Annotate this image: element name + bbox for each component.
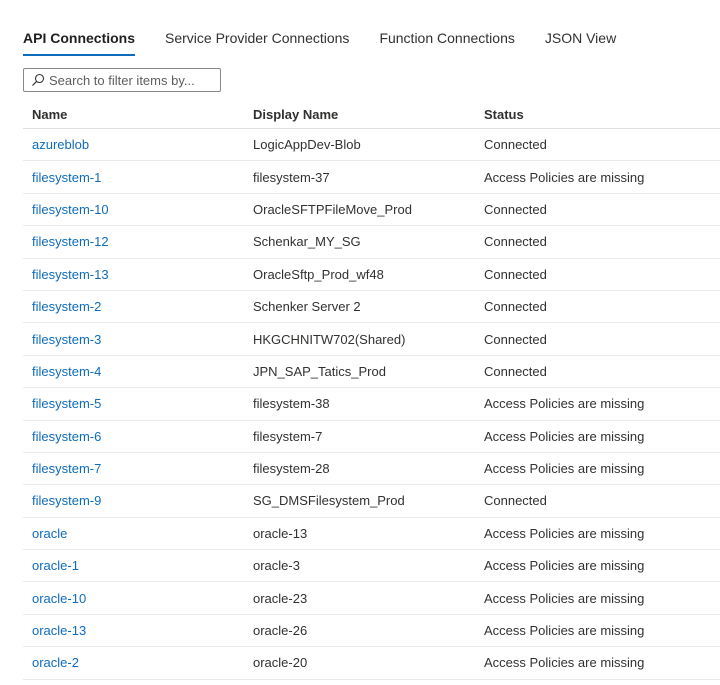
display-name-cell: Schenker Server 2 — [253, 299, 361, 315]
display-name-cell: Schenkar_MY_SG — [253, 234, 361, 250]
status-cell: Access Policies are missing — [484, 461, 645, 477]
status-cell: Connected — [484, 299, 547, 315]
display-name-cell: HKGCHNITW702(Shared) — [253, 331, 406, 347]
connection-name-link[interactable]: filesystem-2 — [23, 299, 253, 314]
table-row[interactable]: oracle oracle-13 Access Policies are missi… — [23, 518, 720, 551]
status-cell: Connected — [484, 331, 547, 347]
table-row[interactable]: oracle-13 oracle-26 Access Policies are mi… — [23, 615, 720, 648]
connection-name-link[interactable]: filesystem-5 — [23, 396, 253, 411]
connection-name-link[interactable]: oracle-13 — [23, 623, 253, 638]
display-name-cell: oracle-13 — [253, 525, 308, 541]
status-cell: Connected — [484, 201, 547, 217]
tab-service-provider-connections[interactable]: Service Provider Connections — [165, 30, 349, 54]
connection-name-link[interactable]: filesystem-9 — [23, 493, 253, 508]
connection-name-link[interactable]: filesystem-3 — [23, 332, 253, 347]
connection-name-link[interactable]: oracle-10 — [23, 591, 253, 606]
status-cell: Connected — [484, 363, 547, 379]
status-cell: Access Policies are missing — [484, 558, 645, 574]
table-body: azureblob LogicAppDev-Blob Connected filesy… — [23, 129, 720, 680]
status-cell: Access Policies are missing — [484, 655, 645, 671]
display-name-cell: oracle-3 — [253, 558, 300, 574]
table-row[interactable]: filesystem-3 HKGCHNITW702(Shared) Connecte… — [23, 323, 720, 356]
status-cell: Access Policies are missing — [484, 169, 645, 185]
display-name-cell: filesystem-37 — [253, 169, 330, 185]
tab-bar: API Connections Service Provider Connect… — [23, 30, 646, 60]
search-icon — [31, 73, 45, 87]
search-input[interactable] — [49, 72, 209, 88]
display-name-cell: oracle-23 — [253, 590, 308, 606]
table-row[interactable]: filesystem-6 filesystem-7 Access Policies … — [23, 421, 720, 453]
connection-name-link[interactable]: filesystem-7 — [23, 461, 253, 476]
display-name-cell: LogicAppDev-Blob — [253, 137, 361, 153]
table-header: Name Display Name Status — [23, 100, 720, 129]
status-cell: Connected — [484, 266, 547, 282]
display-name-cell: filesystem-7 — [253, 428, 323, 444]
status-cell: Access Policies are missing — [484, 428, 645, 444]
display-name-cell: filesystem-38 — [253, 396, 330, 412]
connection-name-link[interactable]: azureblob — [23, 137, 253, 152]
table-row[interactable]: filesystem-7 filesystem-28 Access Policies… — [23, 453, 720, 486]
table-row[interactable]: filesystem-1 filesystem-37 Access Policies… — [23, 161, 720, 194]
table-row[interactable]: filesystem-10 OracleSFTPFileMove_Prod Conn… — [23, 194, 720, 227]
table-row[interactable]: oracle-2 oracle-20 Access Policies are mis… — [23, 647, 720, 680]
status-cell: Access Policies are missing — [484, 525, 645, 541]
display-name-cell: oracle-20 — [253, 655, 308, 671]
table-row[interactable]: filesystem-2 Schenker Server 2 Connected — [23, 291, 720, 324]
table-row[interactable]: oracle-10 oracle-23 Access Policies are mi… — [23, 582, 720, 615]
column-header-display-name[interactable]: Display Name — [253, 107, 484, 122]
status-cell: Access Policies are missing — [484, 396, 645, 412]
status-cell: Connected — [484, 493, 547, 509]
display-name-cell: OracleSFTPFileMove_Prod — [253, 201, 412, 217]
status-cell: Connected — [484, 234, 547, 250]
connection-name-link[interactable]: oracle — [23, 526, 253, 541]
column-header-status[interactable]: Status — [484, 107, 720, 122]
status-cell: Access Policies are missing — [484, 623, 645, 639]
connection-name-link[interactable]: filesystem-12 — [23, 234, 253, 249]
connection-name-link[interactable]: oracle-2 — [23, 655, 253, 670]
display-name-cell: oracle-26 — [253, 623, 308, 639]
connections-table: Name Display Name Status azureblob LogicA… — [23, 100, 720, 680]
connection-name-link[interactable]: filesystem-10 — [23, 202, 253, 217]
connection-name-link[interactable]: filesystem-13 — [23, 267, 253, 282]
display-name-cell: filesystem-28 — [253, 461, 330, 477]
table-row[interactable]: azureblob LogicAppDev-Blob Connected — [23, 129, 720, 162]
table-row[interactable]: filesystem-9 SG_DMSFilesystem_Prod Connect… — [23, 485, 720, 518]
display-name-cell: OracleSftp_Prod_wf48 — [253, 266, 384, 282]
table-row[interactable]: filesystem-5 filesystem-38 Access Policies… — [23, 388, 720, 421]
table-row[interactable]: filesystem-4 JPN_SAP_Tatics_Prod Connected — [23, 356, 720, 389]
connection-name-link[interactable]: filesystem-6 — [23, 429, 253, 444]
tab-json-view[interactable]: JSON View — [545, 30, 616, 54]
display-name-cell: SG_DMSFilesystem_Prod — [253, 493, 405, 509]
connection-name-link[interactable]: filesystem-4 — [23, 364, 253, 379]
connection-name-link[interactable]: oracle-1 — [23, 558, 253, 573]
status-cell: Access Policies are missing — [484, 590, 645, 606]
column-header-name[interactable]: Name — [23, 107, 253, 122]
tab-function-connections[interactable]: Function Connections — [379, 30, 514, 54]
status-cell: Connected — [484, 137, 547, 153]
search-box[interactable] — [23, 68, 221, 92]
table-row[interactable]: filesystem-12 Schenkar_MY_SG Connected — [23, 226, 720, 259]
tab-api-connections[interactable]: API Connections — [23, 30, 136, 56]
connection-name-link[interactable]: filesystem-1 — [23, 170, 253, 185]
table-row[interactable]: oracle-1 oracle-3 Access Policies are miss… — [23, 550, 720, 583]
table-row[interactable]: filesystem-13 OracleSftp_Prod_wf48 Connect… — [23, 259, 720, 291]
display-name-cell: JPN_SAP_Tatics_Prod — [253, 363, 386, 379]
